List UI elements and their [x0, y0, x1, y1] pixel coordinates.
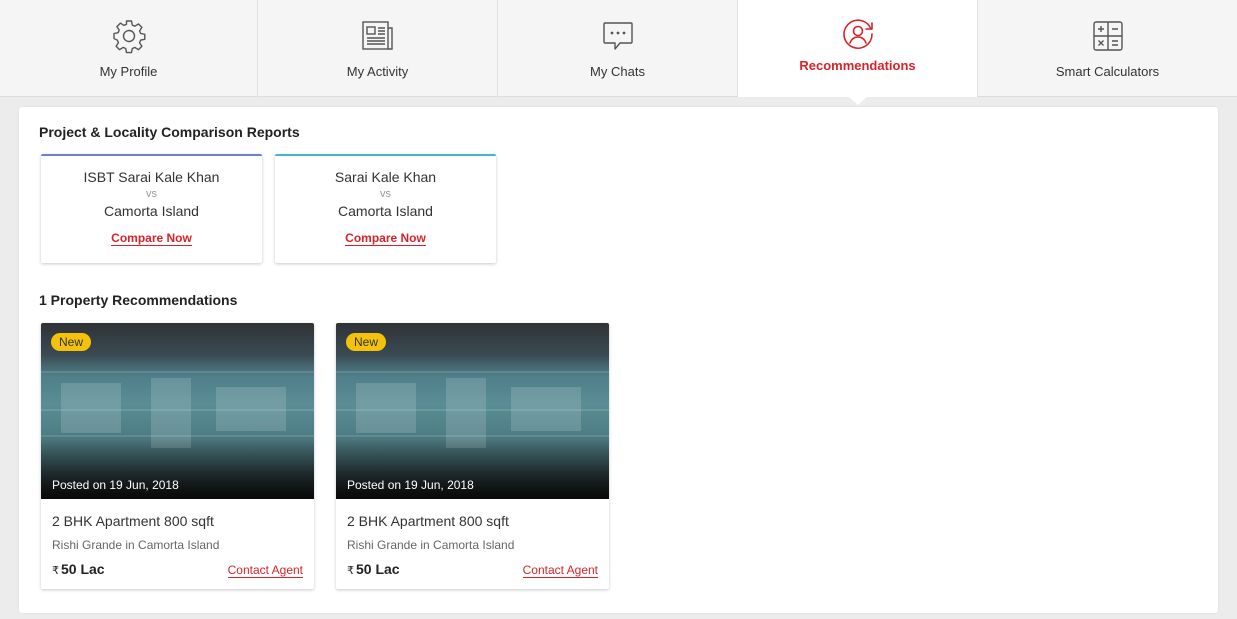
tab-label: My Chats [590, 64, 645, 79]
property-location: Rishi Grande in Camorta Island [347, 538, 515, 552]
compare-now-link[interactable]: Compare Now [111, 231, 192, 246]
comparison-card[interactable]: Sarai Kale Khan vs Camorta Island Compar… [275, 154, 496, 263]
compare-now-link[interactable]: Compare Now [345, 231, 426, 246]
posted-date: Posted on 19 Jun, 2018 [52, 478, 179, 492]
property-location: Rishi Grande in Camorta Island [52, 538, 220, 552]
price-value: 50 Lac [356, 561, 400, 577]
calculator-icon [1089, 17, 1127, 55]
user-refresh-icon [839, 15, 877, 53]
comparison-card[interactable]: ISBT Sarai Kale Khan vs Camorta Island C… [41, 154, 262, 263]
property-card[interactable]: New Posted on 19 Jun, 2018 2 BHK Apartme… [41, 323, 314, 589]
locality-a: ISBT Sarai Kale Khan [83, 169, 220, 185]
contact-agent-link[interactable]: Contact Agent [227, 564, 303, 578]
tab-label: My Activity [346, 64, 409, 79]
property-card[interactable]: New Posted on 19 Jun, 2018 2 BHK Apartme… [336, 323, 609, 589]
newspaper-icon [359, 17, 397, 55]
contact-agent-link[interactable]: Contact Agent [522, 564, 598, 578]
locality-b: Camorta Island [338, 203, 433, 219]
new-badge: New [51, 333, 92, 351]
property-photo[interactable]: New Posted on 19 Jun, 2018 [336, 323, 609, 499]
property-price: ₹50 Lac [52, 561, 105, 577]
locality-b: Camorta Island [104, 203, 199, 219]
new-badge: New [346, 333, 387, 351]
rupee-symbol: ₹ [347, 565, 354, 577]
versus-label: vs [380, 188, 391, 200]
dashboard-tab-bar: My Profile My Activity My Chats Recommen… [0, 0, 1237, 105]
card-accent-bar [275, 154, 496, 156]
recommendations-panel: Project & Locality Comparison Reports IS… [19, 107, 1218, 613]
card-accent-bar [41, 154, 262, 156]
property-photo[interactable]: New Posted on 19 Jun, 2018 [41, 323, 314, 499]
tab-smart-calculators[interactable]: Smart Calculators [978, 0, 1237, 97]
versus-label: vs [146, 188, 157, 200]
gear-icon [110, 17, 148, 55]
tab-my-chats[interactable]: My Chats [498, 0, 738, 97]
rupee-symbol: ₹ [52, 565, 59, 577]
tab-label: Smart Calculators [1055, 64, 1160, 79]
property-title[interactable]: 2 BHK Apartment 800 sqft [52, 513, 214, 529]
tab-label: Recommendations [799, 58, 916, 73]
price-value: 50 Lac [61, 561, 105, 577]
comparison-section-title: Project & Locality Comparison Reports [39, 124, 300, 140]
posted-date: Posted on 19 Jun, 2018 [347, 478, 474, 492]
chat-bubble-icon [599, 17, 637, 55]
tab-my-profile[interactable]: My Profile [0, 0, 258, 97]
property-title[interactable]: 2 BHK Apartment 800 sqft [347, 513, 509, 529]
locality-a: Sarai Kale Khan [334, 169, 437, 185]
tab-my-activity[interactable]: My Activity [258, 0, 498, 97]
property-price: ₹50 Lac [347, 561, 400, 577]
tab-label: My Profile [99, 64, 158, 79]
recommendations-section-title: 1 Property Recommendations [39, 292, 238, 308]
tab-recommendations[interactable]: Recommendations [738, 0, 978, 105]
